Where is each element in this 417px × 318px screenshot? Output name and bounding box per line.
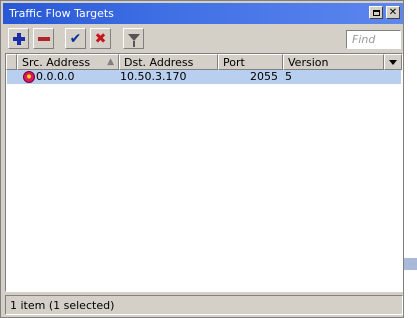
window-title: Traffic Flow Targets [9, 7, 114, 20]
background-area [404, 0, 417, 258]
toolbar: ✔ ✖ Find [3, 25, 403, 53]
column-header-icon[interactable] [6, 54, 17, 70]
column-header-src-address[interactable]: Src. Address ▲ [17, 54, 119, 70]
cell-dst-address: 10.50.3.170 [120, 70, 187, 83]
column-header-port[interactable]: Port [218, 54, 283, 70]
remove-icon [37, 36, 50, 41]
title-bar[interactable]: Traffic Flow Targets ✕ [3, 3, 403, 24]
column-menu-button[interactable] [384, 54, 402, 70]
background-area-lower [404, 270, 417, 318]
add-icon [12, 32, 25, 45]
disable-icon: ✖ [94, 30, 107, 47]
column-header-dst-address[interactable]: Dst. Address [119, 54, 218, 70]
close-icon: ✕ [388, 6, 398, 18]
find-input[interactable]: Find [346, 30, 401, 49]
table-row[interactable]: 0.0.0.0 10.50.3.170 2055 5 [7, 70, 401, 84]
cell-version: 5 [285, 70, 292, 83]
close-button[interactable]: ✕ [386, 6, 400, 19]
filter-icon [127, 33, 140, 47]
enable-button[interactable]: ✔ [65, 28, 86, 49]
chevron-down-icon [389, 59, 397, 65]
add-button[interactable] [8, 28, 29, 49]
status-bar: 1 item (1 selected) [5, 295, 403, 315]
remove-button[interactable] [33, 28, 54, 49]
maximize-button[interactable] [369, 6, 383, 19]
disable-button[interactable]: ✖ [90, 28, 111, 49]
maximize-icon [372, 9, 380, 16]
cell-src-address: 0.0.0.0 [36, 70, 75, 83]
sort-ascending-icon: ▲ [107, 57, 114, 67]
cell-port: 2055 [250, 70, 278, 83]
target-icon [23, 71, 35, 83]
column-header-version[interactable]: Version [283, 54, 384, 70]
table-header: Src. Address ▲ Dst. Address Port Version [6, 54, 402, 70]
enable-icon: ✔ [69, 30, 82, 47]
targets-table: Src. Address ▲ Dst. Address Port Version… [5, 53, 403, 292]
filter-button[interactable] [123, 28, 144, 49]
background-stripe [404, 258, 417, 270]
traffic-flow-targets-window: Traffic Flow Targets ✕ ✔ ✖ Find Src. Add… [0, 0, 404, 318]
